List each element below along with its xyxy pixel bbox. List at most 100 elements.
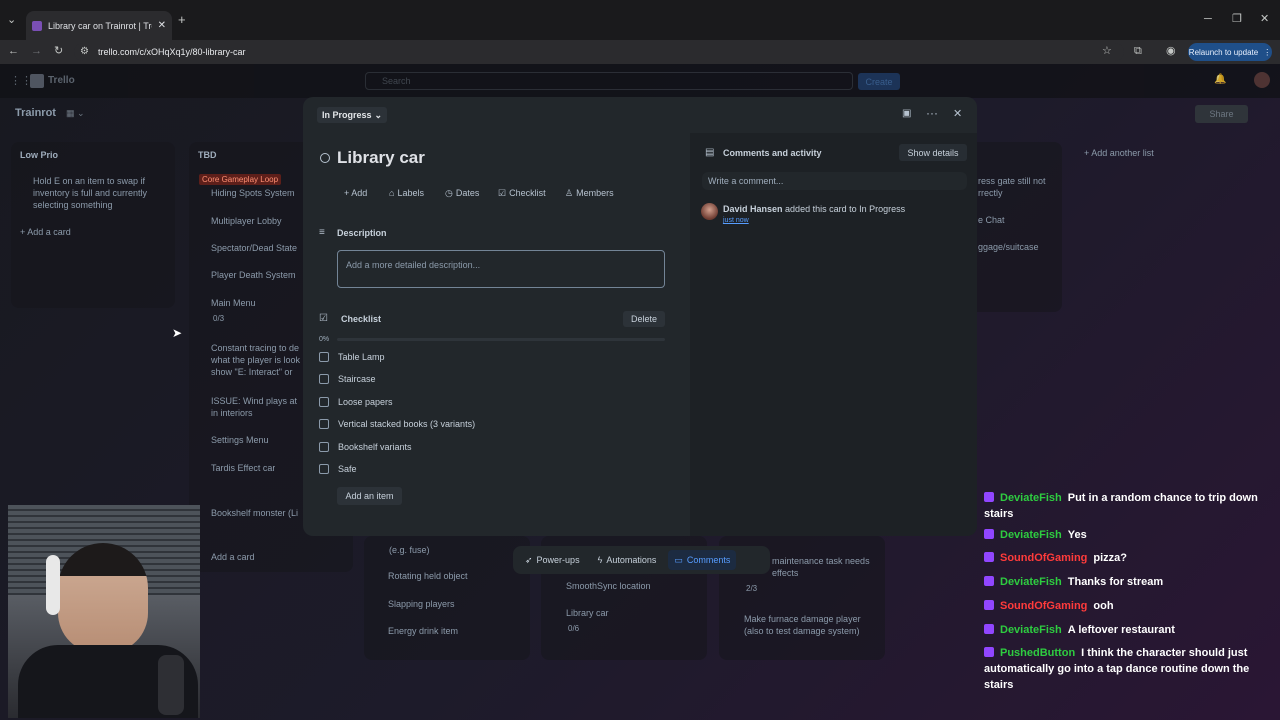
checklist-heading[interactable]: Checklist [341, 314, 381, 324]
notifications-icon[interactable]: 🔔 [1214, 74, 1226, 85]
bookmark-star-icon[interactable]: ☆ [1102, 46, 1112, 57]
board-view-icon[interactable]: ▦ ⌄ [66, 108, 85, 119]
checklist-item-label[interactable]: Safe [338, 464, 357, 474]
activity-user[interactable]: David Hansen [723, 204, 783, 214]
checklist-item[interactable]: Bookshelf variants [319, 440, 412, 454]
checklist-item[interactable]: Loose papers [319, 395, 393, 409]
checklist-checkbox[interactable] [319, 374, 329, 384]
forward-icon[interactable]: → [31, 46, 42, 57]
list-item: (also to test damage system) [744, 626, 860, 636]
trello-logo-text[interactable]: Trello [48, 75, 75, 86]
list-item[interactable]: ISSUE: Wind plays at [211, 396, 301, 406]
list-item[interactable]: Multiplayer Lobby [211, 216, 282, 226]
members-button[interactable]: ♙ Members [565, 185, 614, 201]
checklist-checkbox[interactable] [319, 419, 329, 429]
list-item[interactable]: Slapping players [388, 599, 455, 609]
comment-input[interactable]: Write a comment... [702, 172, 967, 190]
checklist-item-label[interactable]: Bookshelf variants [338, 442, 412, 452]
reload-icon[interactable]: ↻ [54, 46, 63, 57]
list-item[interactable]: Hold E on an item to swap if inventory i… [20, 175, 170, 211]
checklist-checkbox[interactable] [319, 464, 329, 474]
browser-tab[interactable]: Library car on Trainrot | Trello ✕ [26, 11, 172, 40]
add-another-list-button[interactable]: + Add another list [1084, 148, 1154, 158]
apps-grid-icon[interactable]: ⋮⋮ [10, 74, 32, 87]
back-icon[interactable]: ← [8, 46, 19, 57]
minimize-icon[interactable]: ─ [1204, 14, 1212, 25]
new-tab-icon[interactable]: + [178, 13, 186, 26]
trello-search-input[interactable]: Search [365, 72, 853, 90]
checklist-checkbox[interactable] [319, 442, 329, 452]
checklist-item-label[interactable]: Loose papers [338, 397, 393, 407]
list-item[interactable]: Rotating held object [388, 571, 468, 581]
avatar[interactable] [701, 203, 718, 220]
chat-username[interactable]: DeviateFish [1000, 529, 1062, 541]
chat-username[interactable]: PushedButton [1000, 647, 1075, 659]
relaunch-button[interactable]: Relaunch to update ⋮ [1188, 43, 1272, 61]
chat-username[interactable]: DeviateFish [1000, 492, 1062, 504]
url-bar[interactable]: ⚙ trello.com/c/xOHqXq1y/80-library-car [74, 43, 1124, 61]
checklist-button[interactable]: ☑ Checklist [498, 185, 546, 201]
list-item[interactable]: Player Death System [211, 270, 296, 280]
complete-circle-icon[interactable] [320, 153, 330, 163]
chat-username[interactable]: SoundOfGaming [1000, 552, 1087, 564]
chat-username[interactable]: DeviateFish [1000, 576, 1062, 588]
checklist-checkbox[interactable] [319, 352, 329, 362]
tab-close-icon[interactable]: ✕ [158, 20, 166, 31]
microphone-icon [158, 655, 184, 715]
chat-message: SoundOfGaming ooh [984, 598, 1274, 614]
description-input[interactable]: Add a more detailed description... [337, 250, 665, 288]
label-core-gameplay-loop[interactable]: Core Gameplay Loop [199, 174, 282, 185]
add-checklist-item-button[interactable]: Add an item [337, 487, 402, 505]
tab-search-icon[interactable]: ⌄ [7, 15, 16, 26]
add-card-button[interactable]: + Add a card [20, 227, 71, 237]
checklist-item[interactable]: Safe [319, 462, 357, 476]
chat-message: DeviateFish A leftover restaurant [984, 622, 1274, 638]
list-item[interactable]: Spectator/Dead State [211, 243, 297, 253]
close-modal-icon[interactable]: ✕ [953, 107, 962, 120]
extensions-icon[interactable]: ⧉ [1134, 46, 1142, 57]
powerups-button[interactable]: ➶ Power-ups [519, 550, 586, 570]
add-button[interactable]: + Add [344, 185, 367, 201]
maximize-icon[interactable]: ❐ [1232, 14, 1242, 25]
board-name[interactable]: Trainrot [15, 107, 56, 119]
checklist-item[interactable]: Staircase [319, 372, 376, 386]
more-options-icon[interactable]: ··· [926, 106, 938, 120]
status-dropdown[interactable]: In Progress ⌄ [317, 107, 388, 123]
chat-username[interactable]: DeviateFish [1000, 624, 1062, 636]
list-item[interactable]: Main Menu [211, 298, 256, 308]
list-item[interactable]: Constant tracing to de [211, 343, 301, 353]
list-item[interactable]: Hiding Spots System [211, 188, 295, 198]
checklist-item-label[interactable]: Staircase [338, 374, 376, 384]
streamer-head [58, 543, 148, 653]
checklist-item[interactable]: Vertical stacked books (3 variants) [319, 417, 475, 431]
list-item[interactable]: Bookshelf monster (Li [211, 508, 301, 518]
automations-button[interactable]: ϟ Automations [592, 550, 663, 570]
window-close-icon[interactable]: ✕ [1260, 14, 1269, 25]
list-item[interactable]: Energy drink item [388, 626, 458, 636]
share-button[interactable]: Share [1195, 105, 1248, 123]
comments-toolbar-button[interactable]: ▭ Comments [668, 550, 737, 570]
dates-button[interactable]: ◷ Dates [445, 185, 479, 201]
checklist-item-label[interactable]: Vertical stacked books (3 variants) [338, 419, 475, 429]
list-title-tbd[interactable]: TBD [198, 150, 217, 160]
list-item[interactable]: Settings Menu [211, 435, 269, 445]
activity-time[interactable]: just now [723, 217, 749, 224]
delete-checklist-button[interactable]: Delete [623, 311, 665, 327]
card-title[interactable]: Library car [337, 148, 425, 168]
show-details-button[interactable]: Show details [899, 144, 967, 161]
checklist-item[interactable]: Table Lamp [319, 350, 385, 364]
checklist-item-label[interactable]: Table Lamp [338, 352, 385, 362]
trello-create-button[interactable]: Create [858, 73, 900, 90]
add-card-button[interactable]: Add a card [211, 552, 255, 562]
list-item[interactable]: Tardis Effect car [211, 463, 275, 473]
list-item[interactable]: Make furnace damage player [744, 614, 861, 624]
user-avatar[interactable] [1254, 72, 1270, 88]
list-item[interactable]: Library car [566, 608, 609, 618]
chat-username[interactable]: SoundOfGaming [1000, 600, 1087, 612]
list-title-low-prio[interactable]: Low Prio [20, 150, 58, 160]
cover-image-icon[interactable]: ▣ [902, 108, 911, 119]
checklist-checkbox[interactable] [319, 397, 329, 407]
site-info-icon[interactable]: ⚙ [80, 46, 89, 57]
labels-button[interactable]: ⌂ Labels [389, 185, 424, 201]
profile-icon[interactable]: ◉ [1166, 46, 1176, 57]
